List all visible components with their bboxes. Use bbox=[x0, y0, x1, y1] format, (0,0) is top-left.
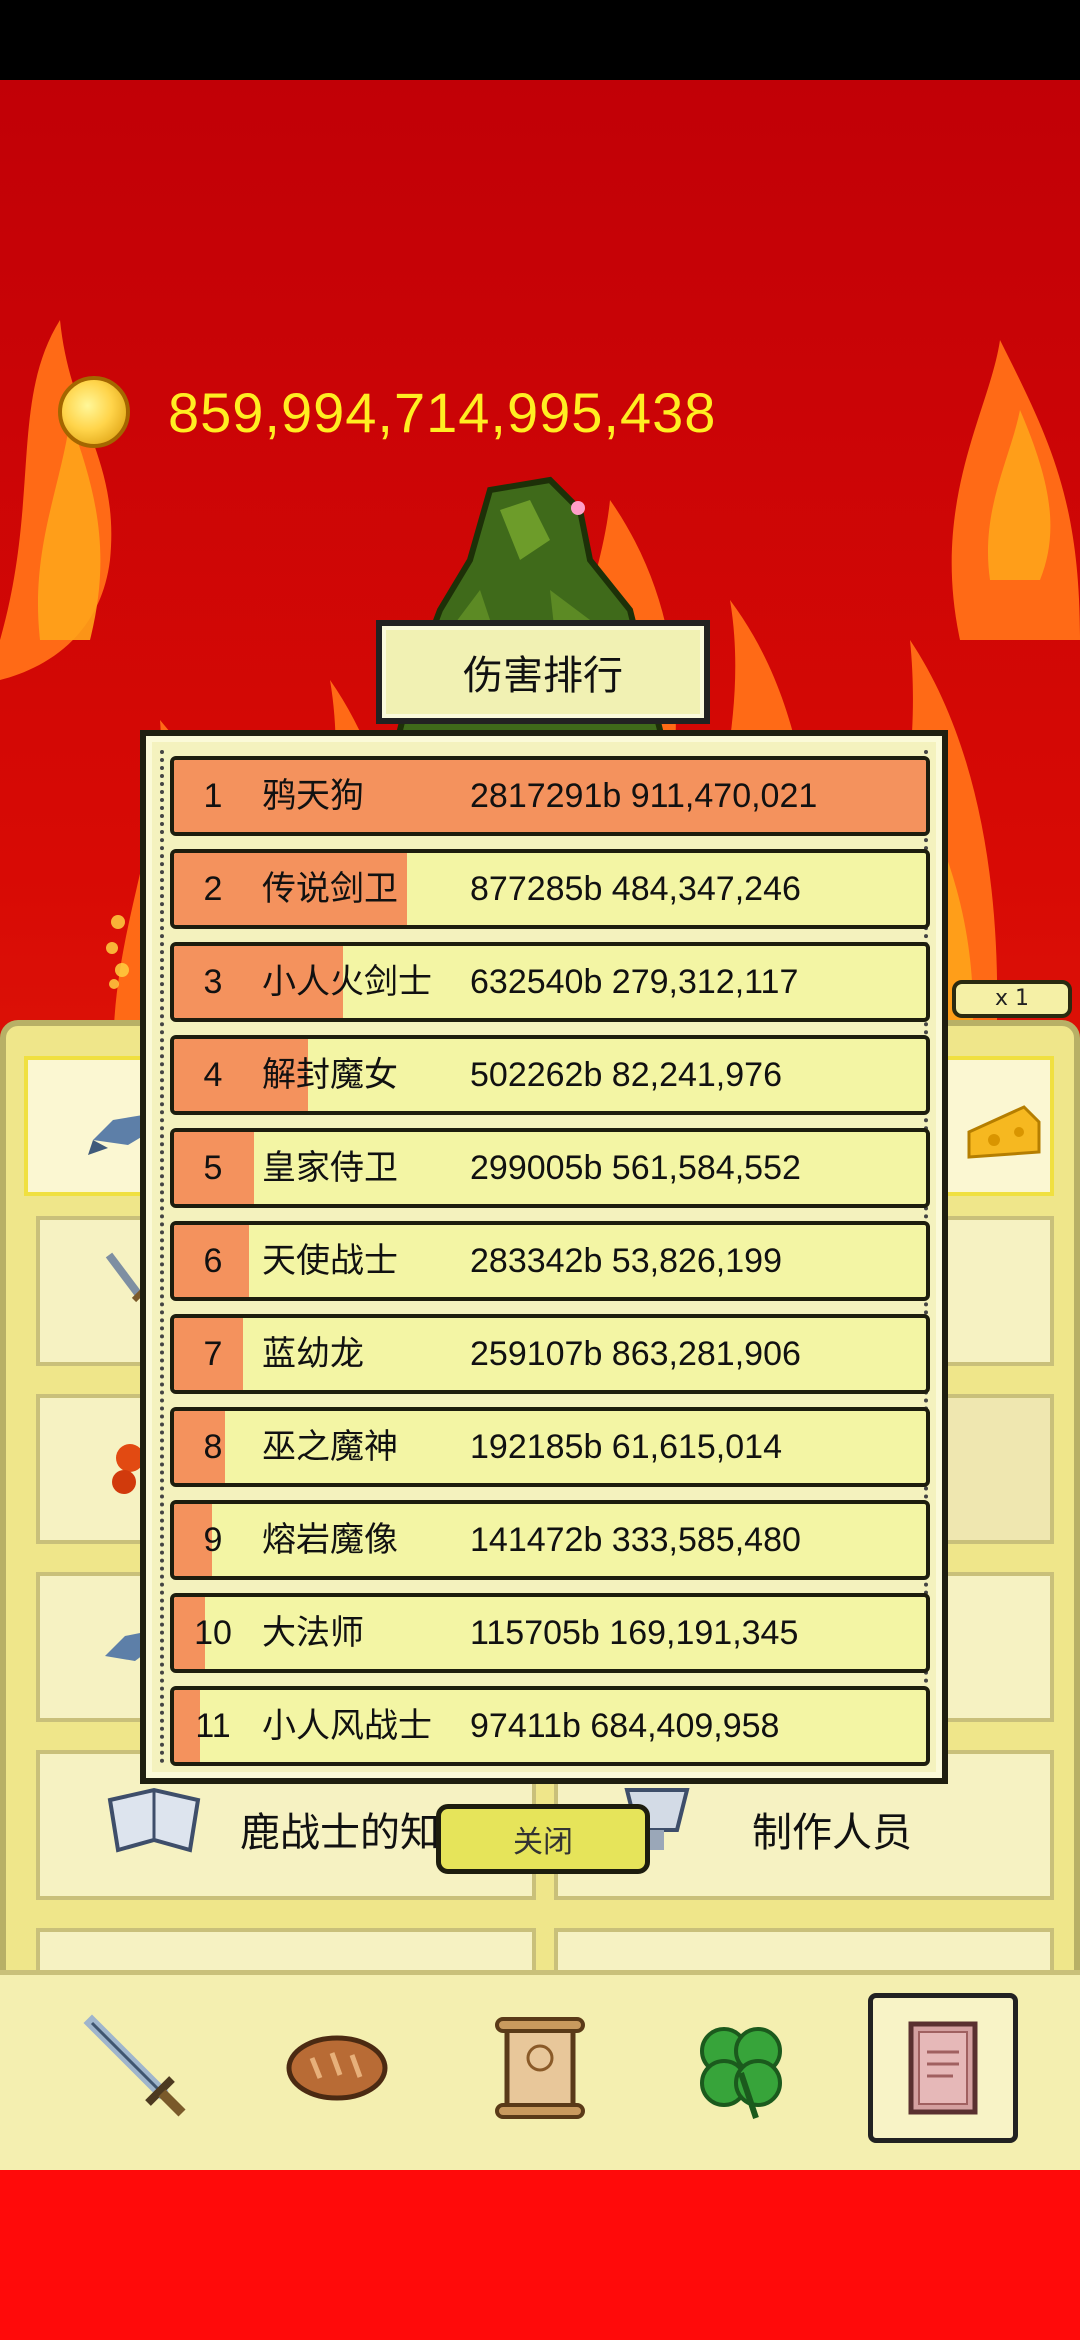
nav-bread[interactable] bbox=[262, 1993, 412, 2143]
rank-number: 6 bbox=[203, 1242, 223, 1280]
bread-icon bbox=[286, 2035, 388, 2101]
leaderboard-row: 11 小人风战士 97411b 684,409,958 bbox=[170, 1686, 930, 1766]
rank-number: 9 bbox=[203, 1521, 223, 1559]
gold-coin-icon bbox=[58, 376, 130, 448]
multiplier-badge[interactable]: x 1 bbox=[952, 980, 1072, 1018]
hero-name: 小人风战士 bbox=[262, 1707, 432, 1745]
rank-number: 5 bbox=[203, 1149, 223, 1187]
rank-number: 10 bbox=[194, 1614, 232, 1652]
hero-name: 鸦天狗 bbox=[262, 777, 364, 815]
damage-stats: 283342b 53,826,199 bbox=[470, 1242, 782, 1280]
hero-name: 皇家侍卫 bbox=[262, 1149, 398, 1187]
cheese-icon bbox=[967, 1105, 1041, 1159]
nav-scroll[interactable] bbox=[464, 1993, 614, 2143]
damage-stats: 2817291b 911,470,021 bbox=[470, 777, 818, 815]
hero-name: 大法师 bbox=[262, 1614, 364, 1652]
damage-stats: 115705b 169,191,345 bbox=[470, 1614, 799, 1652]
hero-name: 蓝幼龙 bbox=[262, 1335, 364, 1373]
sword-icon bbox=[83, 2014, 186, 2117]
hero-name: 天使战士 bbox=[262, 1242, 398, 1280]
damage-stats: 502262b 82,241,976 bbox=[470, 1056, 782, 1094]
rank-number: 8 bbox=[203, 1428, 223, 1466]
hero-name: 解封魔女 bbox=[262, 1056, 398, 1094]
nav-clover[interactable] bbox=[666, 1993, 816, 2143]
leaderboard-row: 6 天使战士 283342b 53,826,199 bbox=[170, 1221, 930, 1301]
leaderboard-row: 10 大法师 115705b 169,191,345 bbox=[170, 1593, 930, 1673]
damage-stats: 141472b 333,585,480 bbox=[470, 1521, 801, 1559]
leaderboard-modal: 1 鸦天狗 2817291b 911,470,021 2 传说剑卫 877285b 484… bbox=[140, 730, 948, 1784]
leaderboard-title-box: 伤害排行 bbox=[376, 620, 710, 724]
close-button[interactable]: 关闭 bbox=[436, 1804, 650, 1874]
rank-number: 1 bbox=[203, 777, 223, 815]
damage-stats: 632540b 279,312,117 bbox=[470, 963, 799, 1001]
game-screen: 859,994,714,995,438 8 8 x 1 bbox=[0, 0, 1080, 2340]
bottom-backdrop bbox=[0, 2170, 1080, 2340]
open-book-icon bbox=[107, 1787, 201, 1853]
rank-number: 7 bbox=[203, 1335, 223, 1373]
hero-name: 小人火剑士 bbox=[262, 963, 432, 1001]
hero-name: 巫之魔神 bbox=[262, 1428, 398, 1466]
scroll-icon bbox=[495, 2017, 585, 2119]
rank-number: 11 bbox=[195, 1707, 231, 1745]
damage-stats: 299005b 561,584,552 bbox=[470, 1149, 801, 1187]
leaderboard-row: 2 传说剑卫 877285b 484,347,246 bbox=[170, 849, 930, 929]
nav-sword[interactable] bbox=[62, 1993, 212, 2143]
hero-name: 熔岩魔像 bbox=[262, 1521, 398, 1559]
leaderboard-title: 伤害排行 bbox=[463, 654, 623, 698]
rank-number: 2 bbox=[203, 870, 223, 908]
gold-amount: 859,994,714,995,438 bbox=[168, 380, 717, 444]
nav-book[interactable] bbox=[868, 1993, 1018, 2143]
leaderboard-row: 1 鸦天狗 2817291b 911,470,021 bbox=[170, 756, 930, 836]
book-icon bbox=[908, 2021, 978, 2115]
damage-stats: 259107b 863,281,906 bbox=[470, 1335, 801, 1373]
leaderboard-row: 3 小人火剑士 632540b 279,312,117 bbox=[170, 942, 930, 1022]
leaderboard-row: 9 熔岩魔像 141472b 333,585,480 bbox=[170, 1500, 930, 1580]
damage-stats: 97411b 684,409,958 bbox=[470, 1707, 780, 1745]
gold-counter: 859,994,714,995,438 bbox=[58, 376, 716, 448]
hero-name: 传说剑卫 bbox=[262, 870, 398, 908]
status-bar bbox=[0, 0, 1080, 80]
leaderboard-row: 8 巫之魔神 192185b 61,615,014 bbox=[170, 1407, 930, 1487]
bottom-nav bbox=[0, 1970, 1080, 2170]
damage-stats: 877285b 484,347,246 bbox=[470, 870, 801, 908]
damage-stats: 192185b 61,615,014 bbox=[470, 1428, 782, 1466]
leaderboard-row: 4 解封魔女 502262b 82,241,976 bbox=[170, 1035, 930, 1115]
leaderboard-row: 5 皇家侍卫 299005b 561,584,552 bbox=[170, 1128, 930, 1208]
rank-number: 4 bbox=[203, 1056, 223, 1094]
leaderboard-row: 7 蓝幼龙 259107b 863,281,906 bbox=[170, 1314, 930, 1394]
rank-number: 3 bbox=[203, 963, 223, 1001]
clover-icon bbox=[700, 2027, 782, 2119]
credits-label: 制作人员 bbox=[752, 1811, 912, 1855]
